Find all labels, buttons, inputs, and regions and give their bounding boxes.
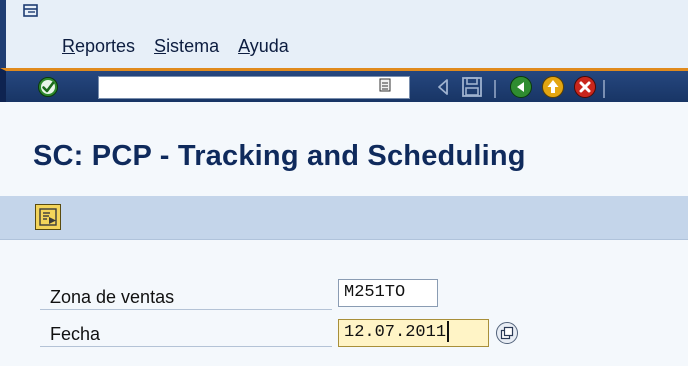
command-field[interactable] [98,76,410,99]
command-history-button[interactable] [378,78,392,92]
page-title: SC: PCP - Tracking and Scheduling [33,140,526,172]
date-row: Fecha 12.07.2011 [40,319,518,353]
back-arrow-button[interactable] [431,75,455,99]
title-bar: SC: PCP - Tracking and Scheduling [0,136,688,186]
exit-icon [542,76,564,98]
menu-ayuda[interactable]: Ayuda [238,36,289,57]
execute-button[interactable] [35,204,61,230]
sap-screen: Reportes Sistema Ayuda SC: PCP - Trackin… [0,0,688,366]
system-toolbar [0,68,688,102]
enter-icon [38,77,58,97]
save-button[interactable] [460,75,484,99]
sales-zone-label: Zona de ventas [40,282,332,310]
sales-zone-row: Zona de ventas M251TO [40,279,500,310]
exit-button[interactable] [541,75,565,99]
date-value: 12.07.2011 [344,323,447,342]
text-cursor [447,321,450,343]
system-menu-icon[interactable] [23,4,39,18]
toolbar-separator [603,80,605,98]
date-label: Fecha [40,319,332,347]
date-input[interactable]: 12.07.2011 [338,319,489,347]
save-icon [462,77,482,97]
dropdown-icon [379,78,391,92]
cancel-icon [574,76,596,98]
execute-icon [39,208,57,226]
back-button[interactable] [509,75,533,99]
calendar-help-icon [500,326,514,340]
menu-reportes[interactable]: Reportes [62,36,135,57]
enter-button[interactable] [36,75,60,99]
menu-sistema[interactable]: Sistema [154,36,219,57]
application-toolbar [0,196,688,240]
menu-bar: Reportes Sistema Ayuda [0,0,688,68]
sales-zone-input[interactable]: M251TO [338,279,438,307]
back-arrow-icon [438,79,448,95]
back-icon [510,76,532,98]
toolbar-separator [494,80,496,98]
date-picker-button[interactable] [496,322,518,344]
cancel-button[interactable] [573,75,597,99]
